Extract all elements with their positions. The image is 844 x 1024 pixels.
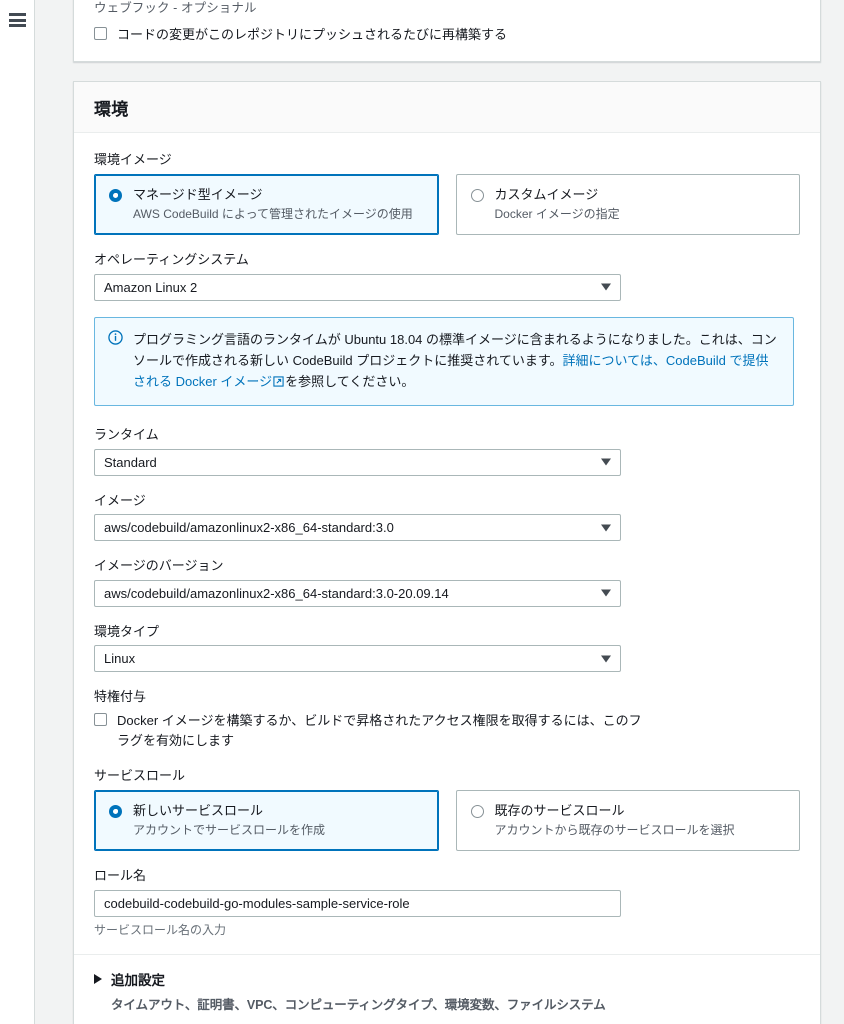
runtime-info-alert-text: プログラミング言語のランタイムが Ubuntu 18.04 の標準イメージに含ま… [133,329,779,393]
image-select[interactable]: aws/codebuild/amazonlinux2-x86_64-standa… [94,514,621,542]
radio-new-service-role-title: 新しいサービスロール [133,802,264,818]
radio-existing-service-role[interactable] [470,804,484,818]
radio-custom-image-desc: Docker イメージの指定 [494,207,620,222]
radio-custom-image-title: カスタムイメージ [494,186,599,202]
image-version-field: イメージのバージョン aws/codebuild/amazonlinux2-x8… [94,557,800,607]
external-link-icon [273,372,284,393]
radio-card-new-service-role[interactable]: 新しいサービスロール アカウントでサービスロールを作成 [94,789,439,852]
left-rail [0,0,34,1024]
radio-new-service-role-desc: アカウントでサービスロールを作成 [133,823,326,838]
environment-image-label: 環境イメージ [94,152,172,168]
operating-system-field: オペレーティングシステム Amazon Linux 2 [94,251,800,301]
role-name-input[interactable]: codebuild-codebuild-go-modules-sample-se… [94,889,621,917]
page-root: ウェブフック - オプショナル コードの変更がこのレポジトリにプッシュされるたび… [0,0,844,1024]
radio-new-service-role[interactable] [109,804,122,818]
webhook-card-body: ウェブフック - オプショナル コードの変更がこのレポジトリにプッシュされるたび… [74,0,820,61]
chevron-down-icon [601,524,611,532]
operating-system-select[interactable]: Amazon Linux 2 [94,273,621,301]
content-column: ウェブフック - オプショナル コードの変更がこのレポジトリにプッシュされるたび… [34,0,844,1024]
webhook-rebuild-checkbox-row[interactable]: コードの変更がこのレポジトリにプッシュされるたびに再構築する [94,25,800,45]
radio-existing-service-role-desc: アカウントから既存のサービスロールを選択 [494,823,735,838]
operating-system-value: Amazon Linux 2 [104,279,198,295]
runtime-label: ランタイム [94,427,159,443]
radio-managed-image-text: マネージド型イメージ AWS CodeBuild によって管理されたイメージの使… [133,186,413,223]
chevron-down-icon [601,589,611,597]
role-name-field: ロール名 codebuild-codebuild-go-modules-samp… [94,867,800,938]
runtime-select[interactable]: Standard [94,448,621,476]
environment-image-radio-group: マネージド型イメージ AWS CodeBuild によって管理されたイメージの使… [94,173,800,236]
radio-card-custom-image[interactable]: カスタムイメージ Docker イメージの指定 [455,173,800,236]
additional-config-section: 追加設定 タイムアウト、証明書、VPC、コンピューティングタイプ、環境変数、ファ… [74,953,820,1024]
runtime-info-alert-text-part2: を参照してください。 [285,374,415,390]
hamburger-menu-icon[interactable] [9,13,26,27]
radio-managed-image-title: マネージド型イメージ [133,186,263,202]
service-role-label: サービスロール [94,768,186,784]
service-role-field: サービスロール 新しいサービスロール アカウントでサービスロールを作成 既存のサ… [94,767,800,852]
privileged-label: 特権付与 [94,689,147,705]
chevron-down-icon [601,458,611,466]
radio-managed-image[interactable] [109,188,122,202]
environment-type-select[interactable]: Linux [94,645,621,673]
radio-custom-image-text: カスタムイメージ Docker イメージの指定 [495,186,620,223]
image-value: aws/codebuild/amazonlinux2-x86_64-standa… [104,520,394,536]
privileged-checkbox-label: Docker イメージを構築するか、ビルドで昇格されたアクセス権限を取得するには… [117,712,642,748]
radio-existing-service-role-text: 既存のサービスロール アカウントから既存のサービスロールを選択 [495,802,735,839]
environment-image-field: 環境イメージ マネージド型イメージ AWS CodeBuild によって管理され… [94,151,800,236]
environment-card-body: 環境イメージ マネージド型イメージ AWS CodeBuild によって管理され… [74,133,820,1024]
image-version-select[interactable]: aws/codebuild/amazonlinux2-x86_64-standa… [94,579,621,607]
additional-config-subtitle: タイムアウト、証明書、VPC、コンピューティングタイプ、環境変数、ファイルシステ… [111,997,606,1012]
role-name-label: ロール名 [94,868,147,884]
environment-card-header: 環境 [74,82,820,134]
chevron-right-icon [94,973,102,984]
runtime-field: ランタイム Standard [94,426,800,476]
radio-managed-image-desc: AWS CodeBuild によって管理されたイメージの使用 [133,207,413,222]
runtime-info-alert: プログラミング言語のランタイムが Ubuntu 18.04 の標準イメージに含ま… [94,316,794,407]
image-field: イメージ aws/codebuild/amazonlinux2-x86_64-s… [94,492,800,542]
image-label: イメージ [94,492,146,508]
webhook-card: ウェブフック - オプショナル コードの変更がこのレポジトリにプッシュされるたび… [73,0,821,63]
runtime-value: Standard [104,454,157,470]
image-version-value: aws/codebuild/amazonlinux2-x86_64-standa… [104,585,449,601]
webhook-rebuild-checkbox-label: コードの変更がこのレポジトリにプッシュされるたびに再構築する [117,27,508,42]
radio-card-existing-service-role[interactable]: 既存のサービスロール アカウントから既存のサービスロールを選択 [455,789,800,852]
radio-existing-service-role-title: 既存のサービスロール [494,802,625,818]
additional-config-title: 追加設定 [111,972,165,988]
privileged-checkbox-row[interactable]: Docker イメージを構築するか、ビルドで昇格されたアクセス権限を取得するには… [94,711,800,751]
image-version-label: イメージのバージョン [94,558,224,574]
webhook-rebuild-checkbox[interactable] [94,27,107,40]
operating-system-label: オペレーティングシステム [94,252,249,268]
chevron-down-icon [601,655,611,663]
environment-type-field: 環境タイプ Linux [94,623,800,673]
service-role-radio-group: 新しいサービスロール アカウントでサービスロールを作成 既存のサービスロール ア… [94,789,800,852]
webhook-label: ウェブフック - オプショナル [94,1,257,15]
info-circle-icon [108,330,123,393]
privileged-field: 特権付与 Docker イメージを構築するか、ビルドで昇格されたアクセス権限を取… [94,688,800,751]
chevron-down-icon [601,283,611,291]
role-name-value: codebuild-codebuild-go-modules-sample-se… [104,895,410,911]
radio-card-managed-image[interactable]: マネージド型イメージ AWS CodeBuild によって管理されたイメージの使… [94,173,439,236]
role-name-description: サービスロール名の入力 [94,922,227,937]
content-inner: ウェブフック - オプショナル コードの変更がこのレポジトリにプッシュされるたび… [35,0,821,1024]
environment-type-value: Linux [104,651,136,667]
environment-title: 環境 [94,100,129,120]
additional-config-toggle[interactable]: 追加設定 [94,969,800,989]
radio-new-service-role-text: 新しいサービスロール アカウントでサービスロールを作成 [133,802,325,839]
radio-custom-image[interactable] [470,188,484,202]
environment-type-label: 環境タイプ [94,623,160,639]
privileged-checkbox[interactable] [94,712,107,726]
environment-card: 環境 環境イメージ マネージド型イメージ AWS CodeBuild によって管… [73,81,821,1024]
